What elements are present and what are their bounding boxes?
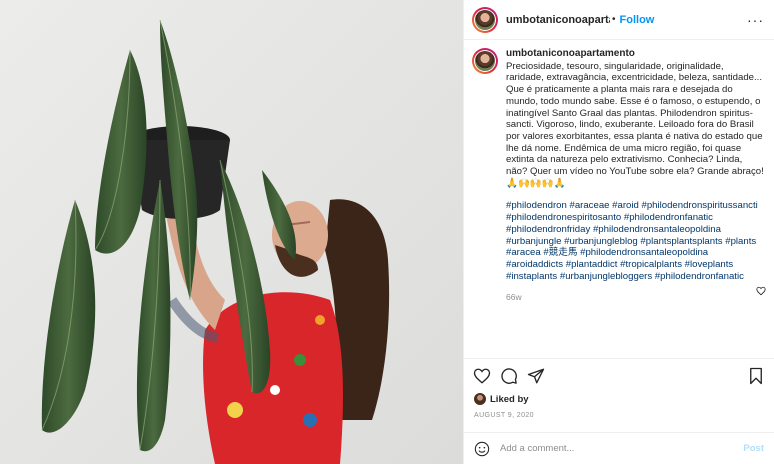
follow-button[interactable]: Follow [620,14,655,26]
heart-icon[interactable] [473,367,491,385]
caption-like-heart-icon[interactable] [756,286,766,296]
bookmark-icon[interactable] [747,367,765,385]
separator-dot: • [612,14,616,25]
post-header: umbotaniconoapartame • Follow ··· [464,0,774,40]
emoji-icon[interactable] [474,441,490,457]
liked-by-label: Liked by [490,393,529,405]
caption-area: umbotaniconoapartamento Preciosidade, te… [464,48,774,348]
caption-row: umbotaniconoapartamento Preciosidade, te… [472,48,764,282]
likes-row[interactable]: Liked by [474,393,529,405]
post-photo[interactable] [0,0,463,464]
liker-avatar [474,393,486,405]
comment-bar: Post [464,432,774,464]
action-bar [464,358,774,393]
share-icon[interactable] [527,367,545,385]
avatar[interactable] [472,6,498,33]
post-comment-button[interactable]: Post [743,443,764,454]
comment-icon[interactable] [500,367,518,385]
caption-text: Preciosidade, tesouro, singularidade, or… [506,60,764,189]
caption-age: 66w [506,292,522,303]
post-date: AUGUST 9, 2020 [474,412,534,419]
caption-hashtags[interactable]: #philodendron #araceae #aroid #philodend… [506,200,764,282]
plant-photo-illustration [0,0,463,464]
comment-input[interactable] [500,443,744,454]
caption: umbotaniconoapartamento Preciosidade, te… [506,48,764,282]
post-sidebar: umbotaniconoapartame • Follow ··· umbota… [463,0,774,464]
caption-username[interactable]: umbotaniconoapartamento [506,48,764,60]
more-options-icon[interactable]: ··· [747,12,764,28]
username-link[interactable]: umbotaniconoapartame [506,14,610,26]
caption-avatar[interactable] [472,48,498,74]
